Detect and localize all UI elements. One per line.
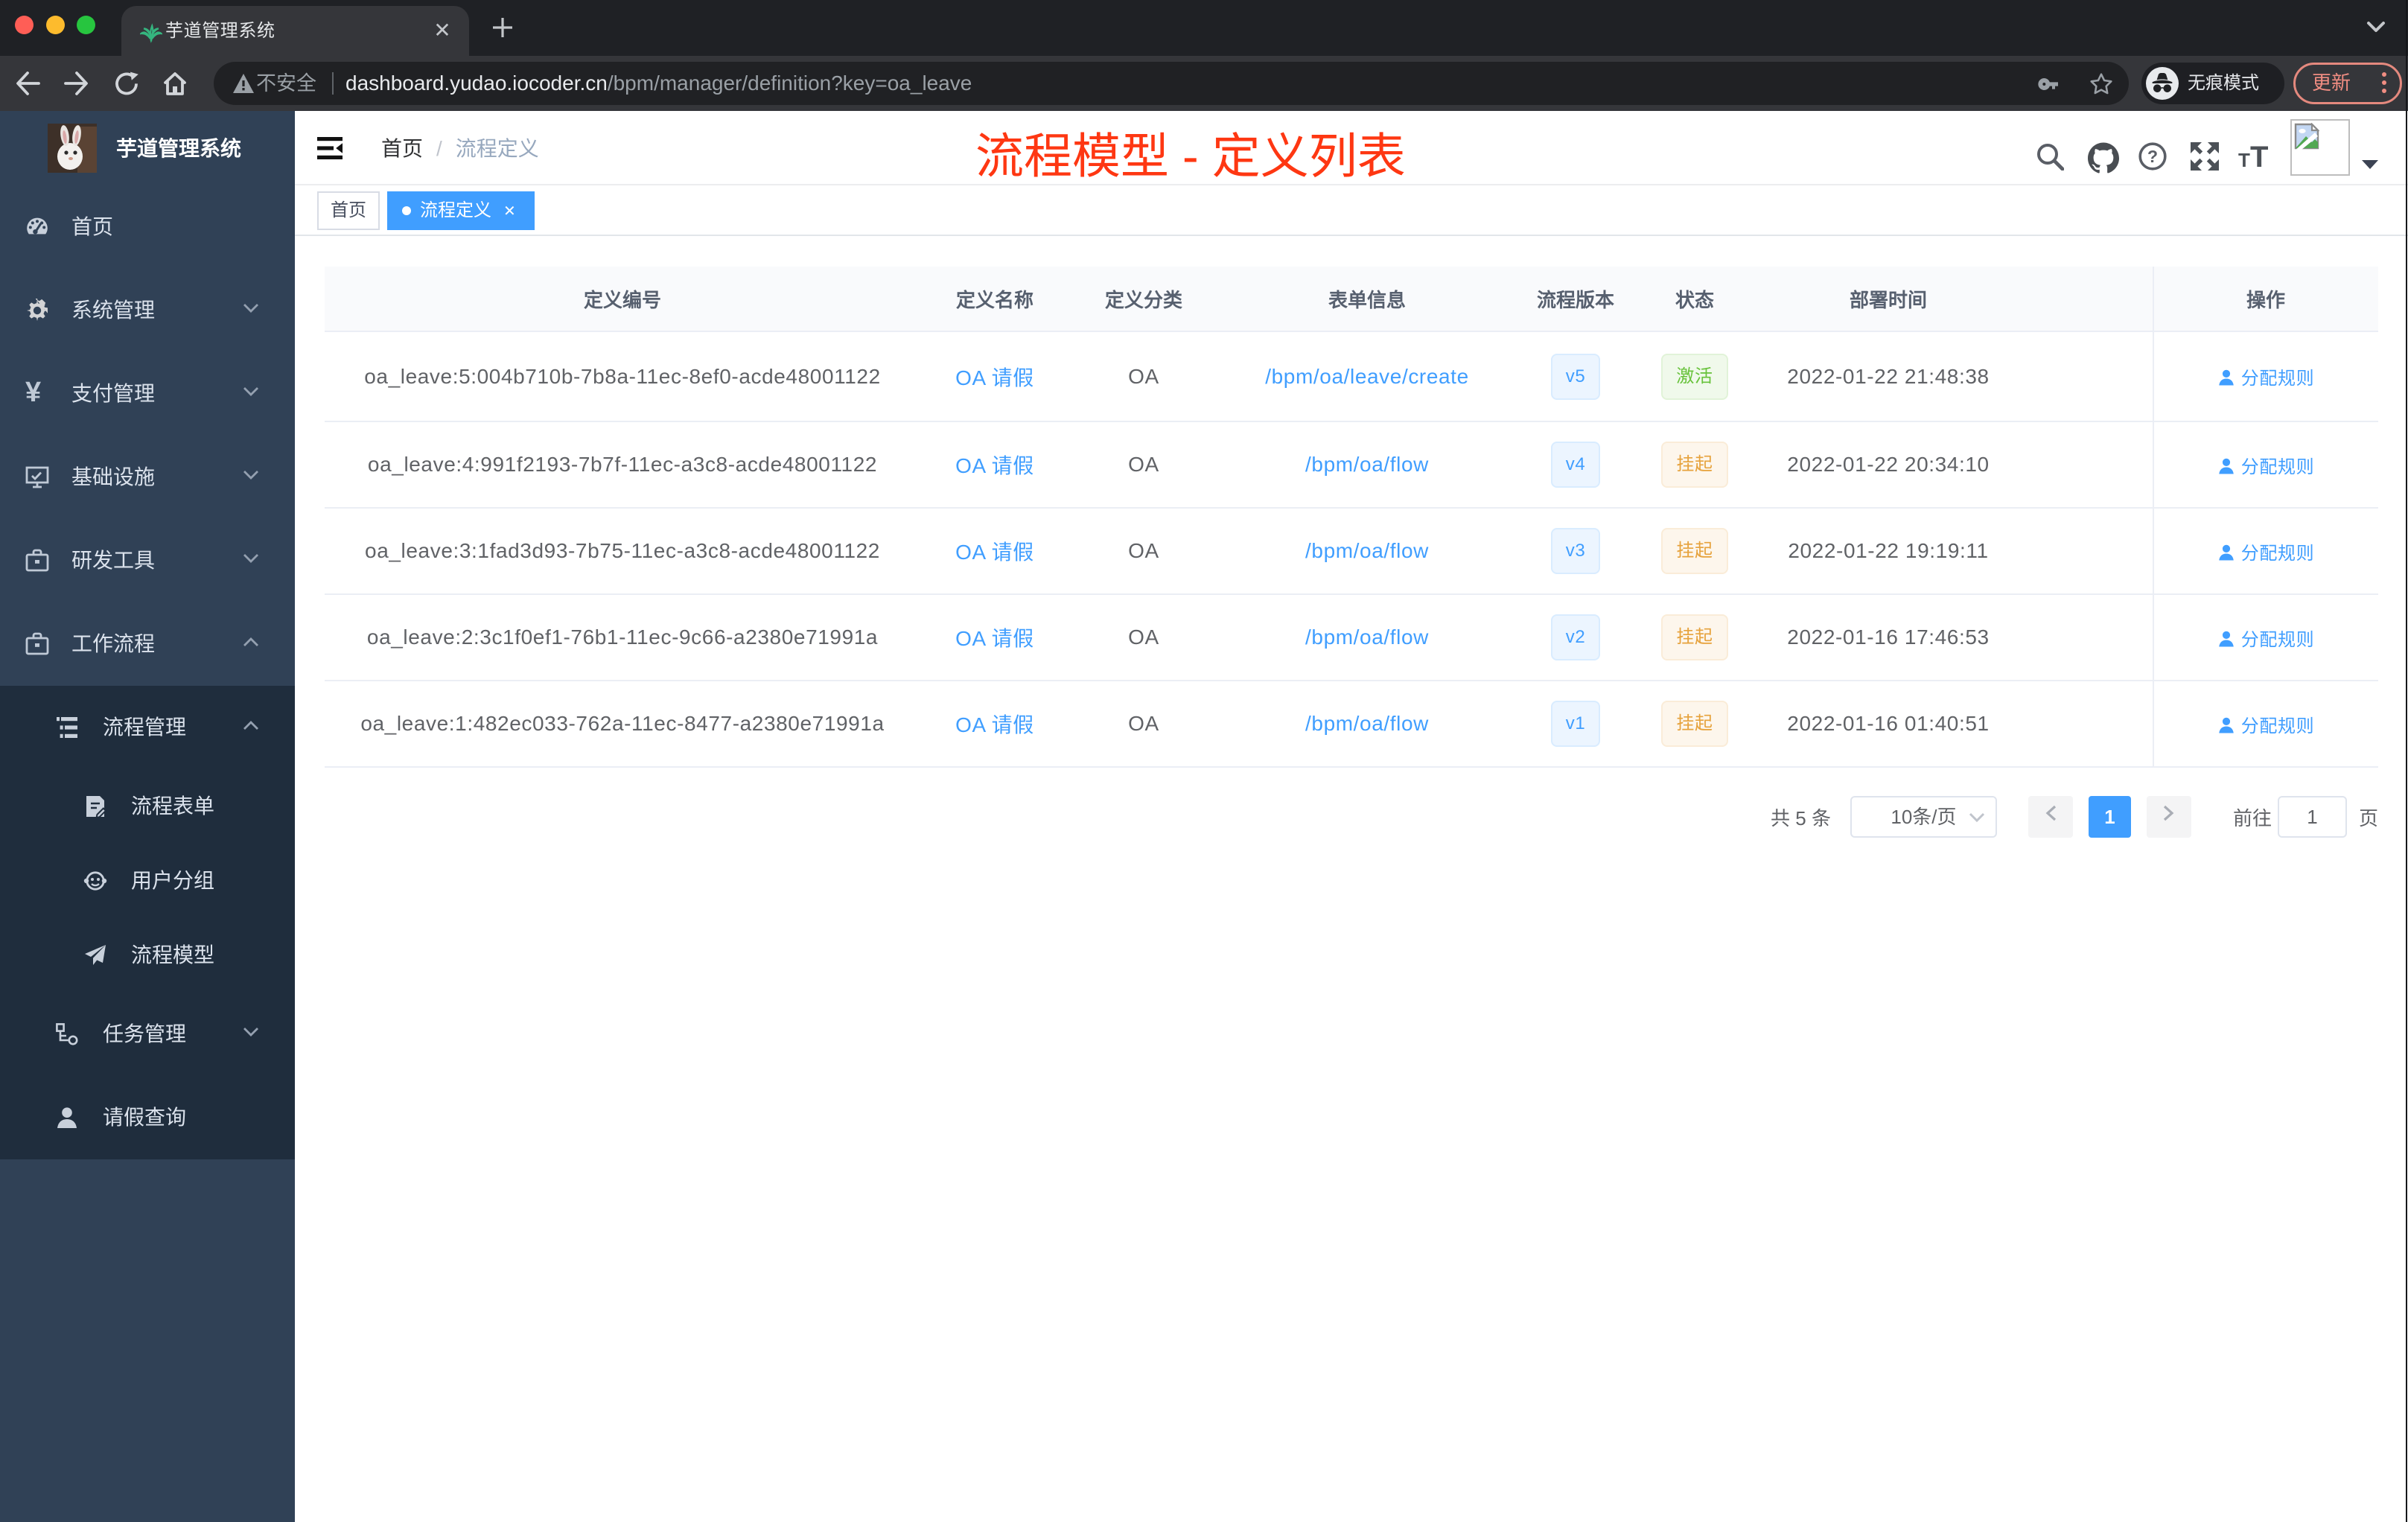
svg-text:T: T xyxy=(2250,142,2268,171)
svg-text:?: ? xyxy=(2147,147,2158,166)
svg-text:T: T xyxy=(2238,149,2250,171)
